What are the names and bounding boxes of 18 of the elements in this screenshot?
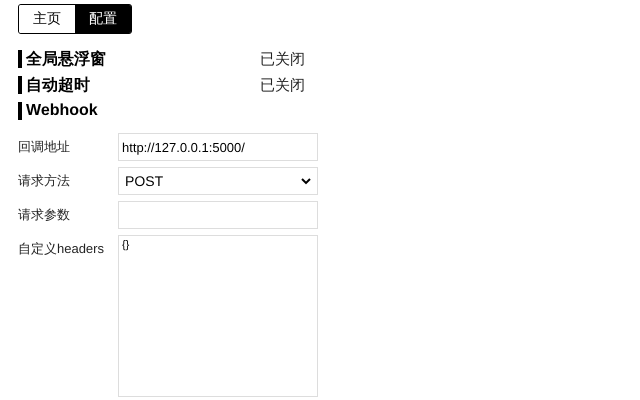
section-marker — [18, 76, 22, 94]
field-label: 请求方法 — [18, 172, 71, 190]
section-marker — [18, 50, 22, 68]
chevron-down-icon — [301, 178, 311, 184]
field-label: 自定义headers — [18, 240, 105, 258]
tab[interactable]: 配置 — [75, 5, 131, 33]
setting-status: 已关闭 — [260, 50, 305, 68]
text-field[interactable]: http://127.0.0.1:5000/ — [118, 133, 318, 161]
section-title: Webhook — [26, 102, 99, 120]
setting-title: 全局悬浮窗 — [26, 49, 107, 70]
field-label: 请求参数 — [18, 206, 71, 224]
setting-title: 自动超时 — [26, 76, 91, 96]
section-marker — [18, 102, 22, 120]
field-label: 回调地址 — [18, 138, 71, 156]
text-field[interactable] — [118, 201, 318, 229]
headers-textarea[interactable]: {} — [118, 235, 318, 397]
setting-status: 已关闭 — [260, 76, 305, 94]
method-select[interactable]: POST — [118, 167, 318, 195]
